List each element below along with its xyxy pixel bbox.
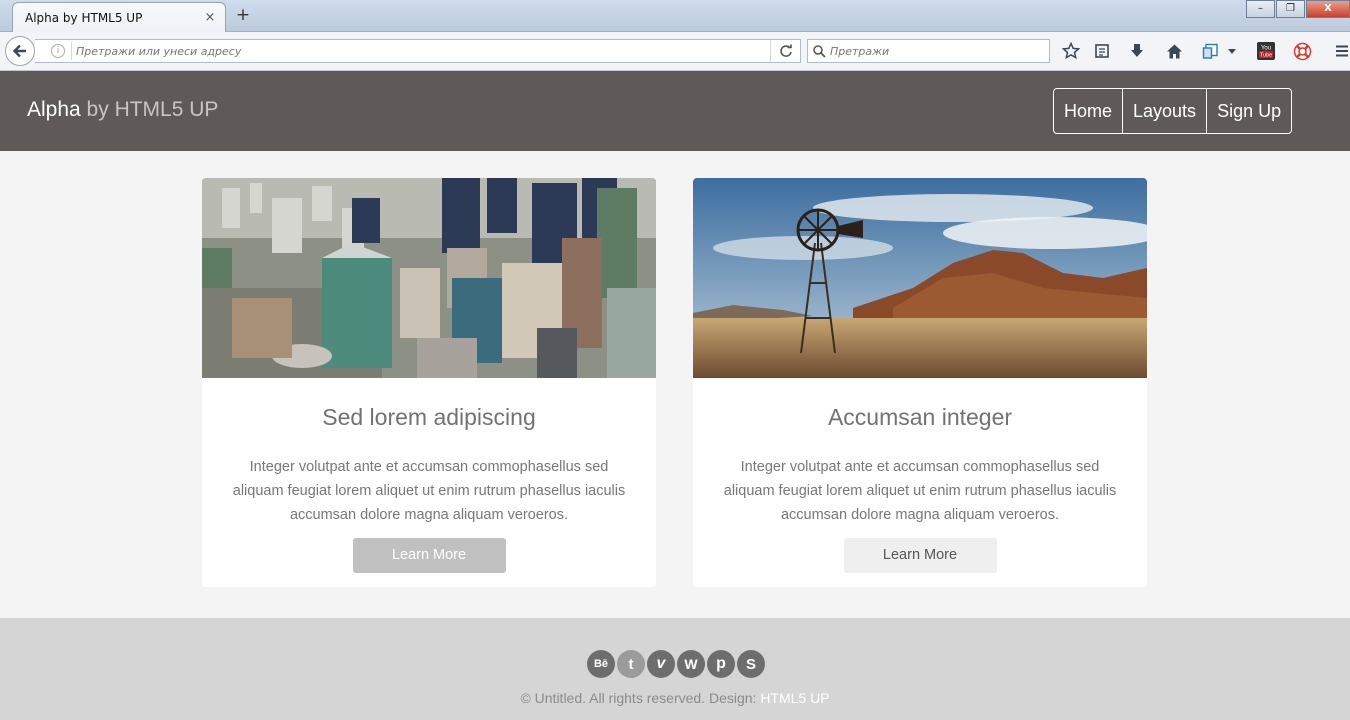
magnifier-icon: [808, 44, 830, 58]
site-header: Alpha by HTML5 UP Home Layouts Sign Up: [0, 71, 1350, 151]
reading-list-icon[interactable]: [1091, 40, 1113, 62]
menu-home[interactable]: Home: [1054, 89, 1122, 133]
learn-more-button[interactable]: Learn More: [843, 538, 997, 573]
download-icon[interactable]: [1126, 40, 1148, 62]
card-text: Integer volutpat ante et accumsan commop…: [232, 459, 626, 523]
main-menu: Home Layouts Sign Up: [1053, 88, 1293, 134]
wordpress-icon[interactable]: W: [677, 650, 705, 678]
logo-main: Alpha: [27, 98, 81, 121]
hamburger-menu-icon[interactable]: [1333, 40, 1350, 62]
learn-more-button[interactable]: Learn More: [352, 538, 506, 573]
feature-card: Sed lorem adipiscing Integer volutpat an…: [202, 178, 656, 587]
back-button[interactable]: [5, 36, 35, 66]
back-arrow-icon: [12, 44, 26, 58]
menu-sign-up[interactable]: Sign Up: [1206, 89, 1291, 133]
tumblr-icon[interactable]: t: [617, 650, 645, 678]
new-tab-button[interactable]: +: [234, 6, 252, 24]
card-title: Sed lorem adipiscing: [322, 404, 536, 430]
browser-nav-bar: i YouTube: [0, 32, 1350, 71]
svg-text:You: You: [1261, 46, 1271, 52]
close-window-button[interactable]: X: [1306, 0, 1350, 18]
window-controls: – ❐ X: [1245, 0, 1350, 18]
pinterest-icon[interactable]: p: [707, 650, 735, 678]
logo-sub: by HTML5 UP: [80, 98, 219, 121]
home-icon[interactable]: [1163, 40, 1185, 62]
info-icon[interactable]: i: [51, 44, 65, 58]
copyright-label: © Untitled. All rights reserved. Design:: [520, 690, 761, 706]
restore-button[interactable]: ❐: [1276, 0, 1305, 18]
vimeo-icon[interactable]: v: [647, 650, 675, 678]
screenshot-icon[interactable]: [1199, 40, 1221, 62]
bookmark-star-icon[interactable]: [1060, 40, 1082, 62]
tab-close-icon[interactable]: ×: [203, 10, 217, 25]
site-footer: Bē t v W p S © Untitled. All rights rese…: [0, 618, 1350, 720]
lifebuoy-icon[interactable]: [1291, 40, 1313, 62]
browser-tab-bar: Alpha by HTML5 UP × + – ❐ X: [0, 0, 1350, 32]
social-links: Bē t v W p S: [587, 650, 767, 678]
city-aerial-image: [202, 178, 656, 378]
behance-icon[interactable]: Bē: [587, 650, 615, 678]
browser-tab[interactable]: Alpha by HTML5 UP ×: [12, 2, 226, 32]
svg-text:Tube: Tube: [1260, 53, 1272, 59]
minimize-button[interactable]: –: [1246, 0, 1275, 18]
youtube-icon[interactable]: You Tube: [1255, 40, 1277, 62]
search-input[interactable]: [830, 44, 1049, 58]
copyright-text: © Untitled. All rights reserved. Design:…: [0, 690, 1350, 706]
card-text: Integer volutpat ante et accumsan commop…: [723, 459, 1117, 523]
url-input[interactable]: [71, 42, 770, 60]
tab-title: Alpha by HTML5 UP: [25, 10, 143, 25]
feature-card: Accumsan integer Integer volutpat ante e…: [693, 178, 1147, 587]
menu-layouts[interactable]: Layouts: [1122, 89, 1206, 133]
url-bar[interactable]: i: [35, 39, 801, 63]
site-logo[interactable]: Alpha by HTML5 UP: [27, 98, 218, 122]
skype-icon[interactable]: S: [737, 650, 765, 678]
dropdown-arrow-icon[interactable]: [1225, 40, 1239, 62]
card-title: Accumsan integer: [827, 404, 1013, 430]
desert-windmill-image: [693, 178, 1147, 378]
reload-icon[interactable]: [770, 40, 800, 62]
search-bar[interactable]: [807, 39, 1050, 63]
design-credit-link[interactable]: HTML5 UP: [760, 690, 829, 706]
